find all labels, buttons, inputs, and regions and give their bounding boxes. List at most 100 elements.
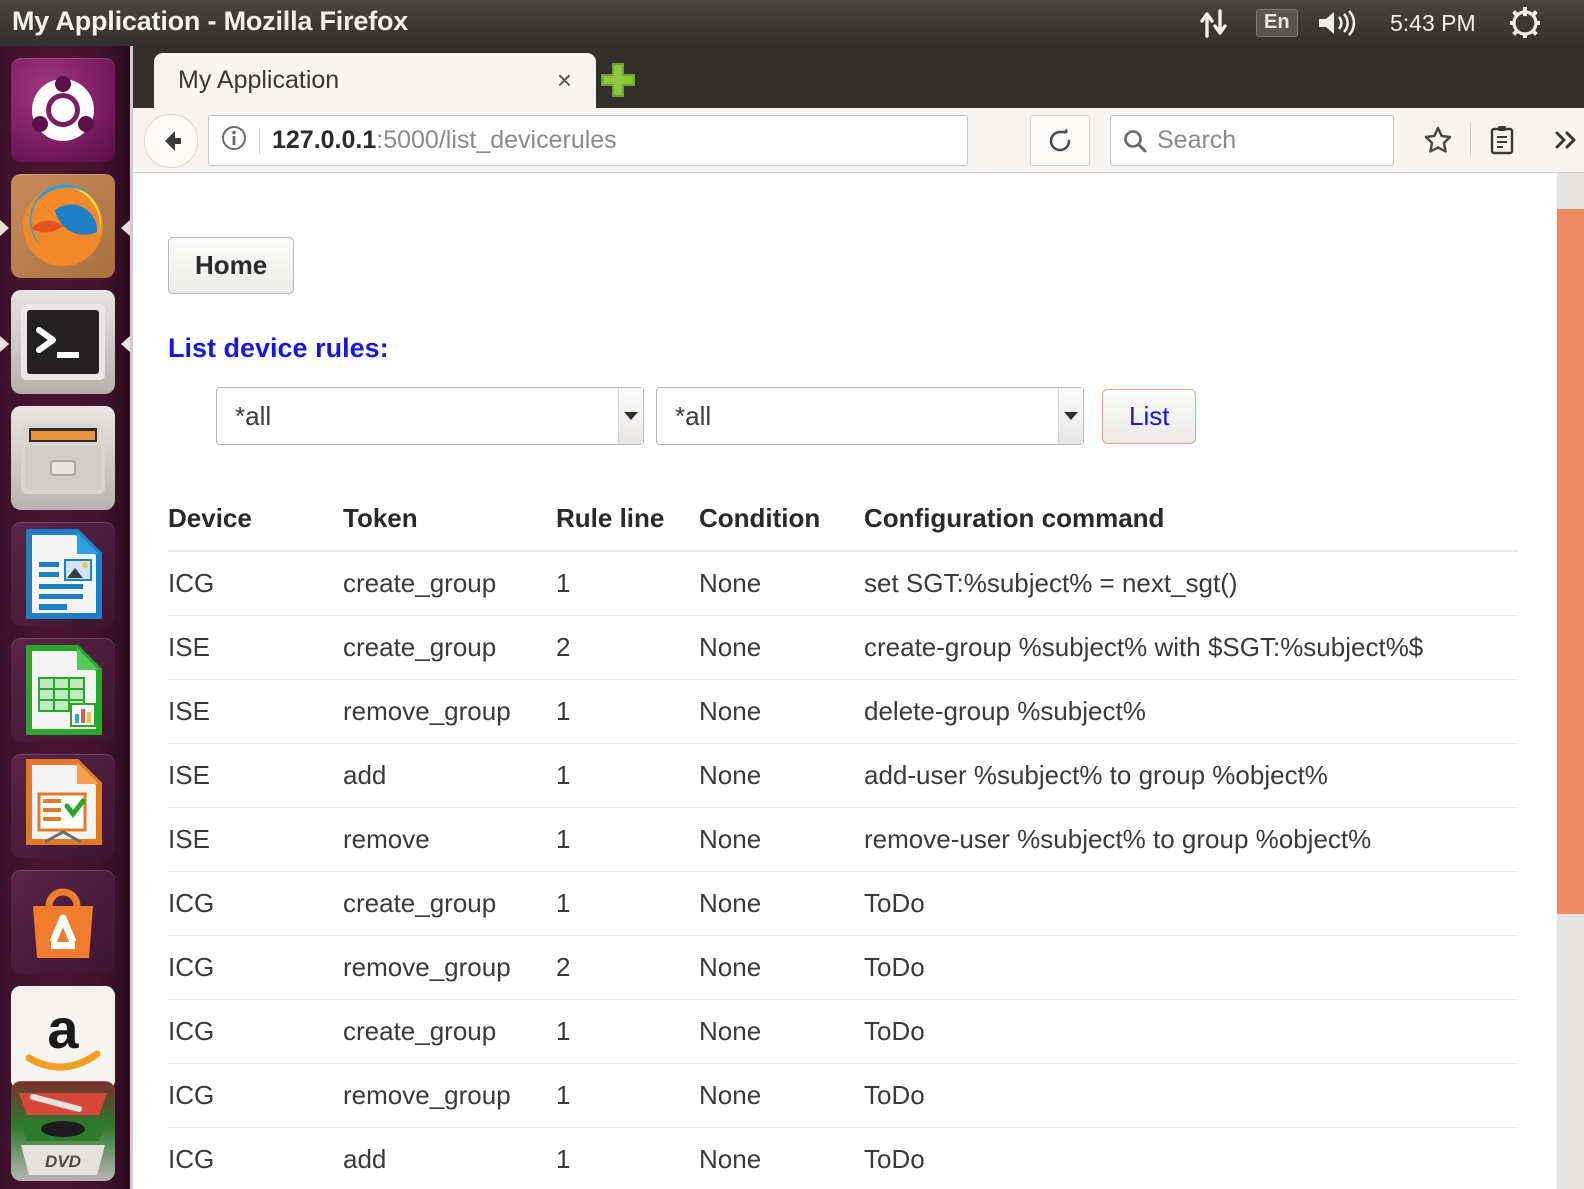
cell-device: ICG	[168, 871, 343, 936]
launcher-item-firefox[interactable]	[11, 174, 115, 278]
launcher-item-software-center[interactable]	[11, 870, 115, 974]
device-select[interactable]: *all	[216, 387, 644, 445]
cell-condition: None	[699, 679, 864, 744]
bookmark-star-icon[interactable]	[1414, 115, 1462, 164]
page-scrollbar[interactable]	[1557, 173, 1584, 1189]
table-row: ICG create_group 1 None ToDo	[168, 871, 1518, 936]
launcher-item-dvd-stack[interactable]: DVD	[11, 1081, 115, 1181]
launcher-item-ubuntu-dash[interactable]	[11, 58, 115, 162]
reader-view-icon[interactable]	[1478, 115, 1526, 164]
network-icon[interactable]	[1197, 0, 1231, 46]
search-placeholder: Search	[1157, 126, 1237, 154]
clock[interactable]: 5:43 PM	[1390, 0, 1476, 46]
cell-configuration-command: set SGT:%subject% = next_sgt()	[864, 551, 1518, 616]
table-row: ISE remove 1 None remove-user %subject% to g…	[168, 807, 1518, 872]
table-row: ISE add 1 None add-user %subject% to group %…	[168, 743, 1518, 808]
launcher-item-terminal[interactable]	[11, 290, 115, 394]
table-body: ICG create_group 1 None set SGT:%subject% = …	[168, 551, 1518, 1189]
chevron-down-icon[interactable]	[618, 388, 643, 444]
cell-condition: None	[699, 615, 864, 680]
volume-icon[interactable]	[1316, 0, 1362, 46]
cell-device: ISE	[168, 743, 343, 808]
cell-rule-line: 1	[556, 679, 699, 744]
cell-device: ISE	[168, 807, 343, 872]
cell-device: ICG	[168, 551, 343, 616]
search-input[interactable]: Search	[1110, 115, 1394, 166]
url-host: 127.0.0.1	[272, 126, 377, 154]
cell-configuration-command: add-user %subject% to group %object%	[864, 743, 1518, 808]
terminal-icon	[21, 304, 105, 380]
clock-label: 5:43 PM	[1390, 9, 1476, 36]
cell-configuration-command: ToDo	[864, 871, 1518, 936]
cell-token: remove	[343, 807, 556, 872]
cell-rule-line: 1	[556, 871, 699, 936]
reload-button[interactable]	[1030, 115, 1090, 166]
launcher-item-amazon[interactable]: a	[11, 986, 115, 1090]
cell-device: ICG	[168, 935, 343, 1000]
cell-configuration-command: remove-user %subject% to group %object%	[864, 807, 1518, 872]
token-select[interactable]: *all	[656, 387, 1084, 445]
cell-rule-line: 1	[556, 1063, 699, 1128]
ubuntu-logo-icon	[32, 76, 94, 141]
cell-rule-line: 1	[556, 807, 699, 872]
list-button[interactable]: List	[1102, 388, 1197, 444]
close-icon[interactable]: ×	[557, 65, 572, 96]
window-title: My Application - Mozilla Firefox	[12, 6, 409, 36]
power-gear-icon[interactable]	[1508, 0, 1542, 46]
cell-condition: None	[699, 743, 864, 808]
cell-token: create_group	[343, 615, 556, 680]
table-header-row: Device Token Rule line Condition Configu…	[168, 503, 1518, 552]
cell-token: create_group	[343, 551, 556, 616]
cell-rule-line: 2	[556, 615, 699, 680]
cell-token: add	[343, 1127, 556, 1189]
chevron-down-icon[interactable]	[1058, 388, 1083, 444]
launcher-item-files[interactable]	[11, 406, 115, 510]
info-circle-icon	[222, 126, 246, 150]
launcher-item-libreoffice-writer[interactable]	[11, 522, 115, 626]
software-bag-icon	[33, 888, 93, 958]
cell-condition: None	[699, 1127, 864, 1189]
table-row: ISE create_group 2 None create-group %subjec…	[168, 615, 1518, 680]
device-rules-table: Device Token Rule line Condition Configu…	[168, 503, 1518, 1189]
cell-device: ICG	[168, 1127, 343, 1189]
cell-token: remove_group	[343, 1063, 556, 1128]
launcher-item-libreoffice-calc[interactable]	[11, 638, 115, 742]
cell-device: ISE	[168, 679, 343, 744]
dvd-stack-icon: DVD	[19, 1093, 107, 1175]
table-row: ICG create_group 1 None set SGT:%subject% = …	[168, 551, 1518, 616]
firefox-icon	[23, 184, 103, 266]
table-row: ISE remove_group 1 None delete-group %subjec…	[168, 679, 1518, 744]
info-icon[interactable]	[221, 125, 247, 156]
document-writer-icon	[26, 529, 102, 619]
svg-text:DVD: DVD	[45, 1152, 81, 1171]
overflow-menu-button[interactable]	[1542, 115, 1584, 164]
star-icon	[1424, 126, 1452, 153]
back-button[interactable]	[144, 114, 198, 168]
scrollbar-thumb[interactable]	[1557, 209, 1584, 914]
search-icon	[1124, 129, 1147, 152]
plus-icon	[601, 63, 635, 97]
cell-condition: None	[699, 807, 864, 872]
cell-configuration-command: create-group %subject% with $SGT:%subjec…	[864, 615, 1518, 680]
keyboard-language-indicator[interactable]: En	[1256, 0, 1298, 46]
cell-configuration-command: ToDo	[864, 935, 1518, 1000]
browser-tab[interactable]: My Application ×	[154, 53, 596, 108]
amazon-icon: a	[11, 986, 115, 1090]
tab-strip: My Application ×	[130, 46, 1584, 108]
cell-rule-line: 1	[556, 999, 699, 1064]
terminal-running-left-arrow	[0, 336, 9, 352]
cell-token: remove_group	[343, 935, 556, 1000]
navigation-toolbar: 127.0.0.1:5000/list_devicerules Search	[130, 108, 1584, 173]
new-tab-button[interactable]	[598, 60, 638, 100]
cell-configuration-command: ToDo	[864, 1127, 1518, 1189]
home-button[interactable]: Home	[168, 237, 295, 294]
tab-title: My Application	[178, 66, 340, 94]
device-select-value: *all	[235, 400, 272, 431]
launcher-item-libreoffice-impress[interactable]	[11, 754, 115, 858]
cell-rule-line: 2	[556, 935, 699, 1000]
cell-configuration-command: ToDo	[864, 1063, 1518, 1128]
svg-text:a: a	[47, 997, 79, 1060]
page-content: Home List device rules: *all *all List D…	[130, 173, 1584, 1189]
cell-device: ICG	[168, 1063, 343, 1128]
url-bar[interactable]: 127.0.0.1:5000/list_devicerules	[208, 115, 968, 166]
